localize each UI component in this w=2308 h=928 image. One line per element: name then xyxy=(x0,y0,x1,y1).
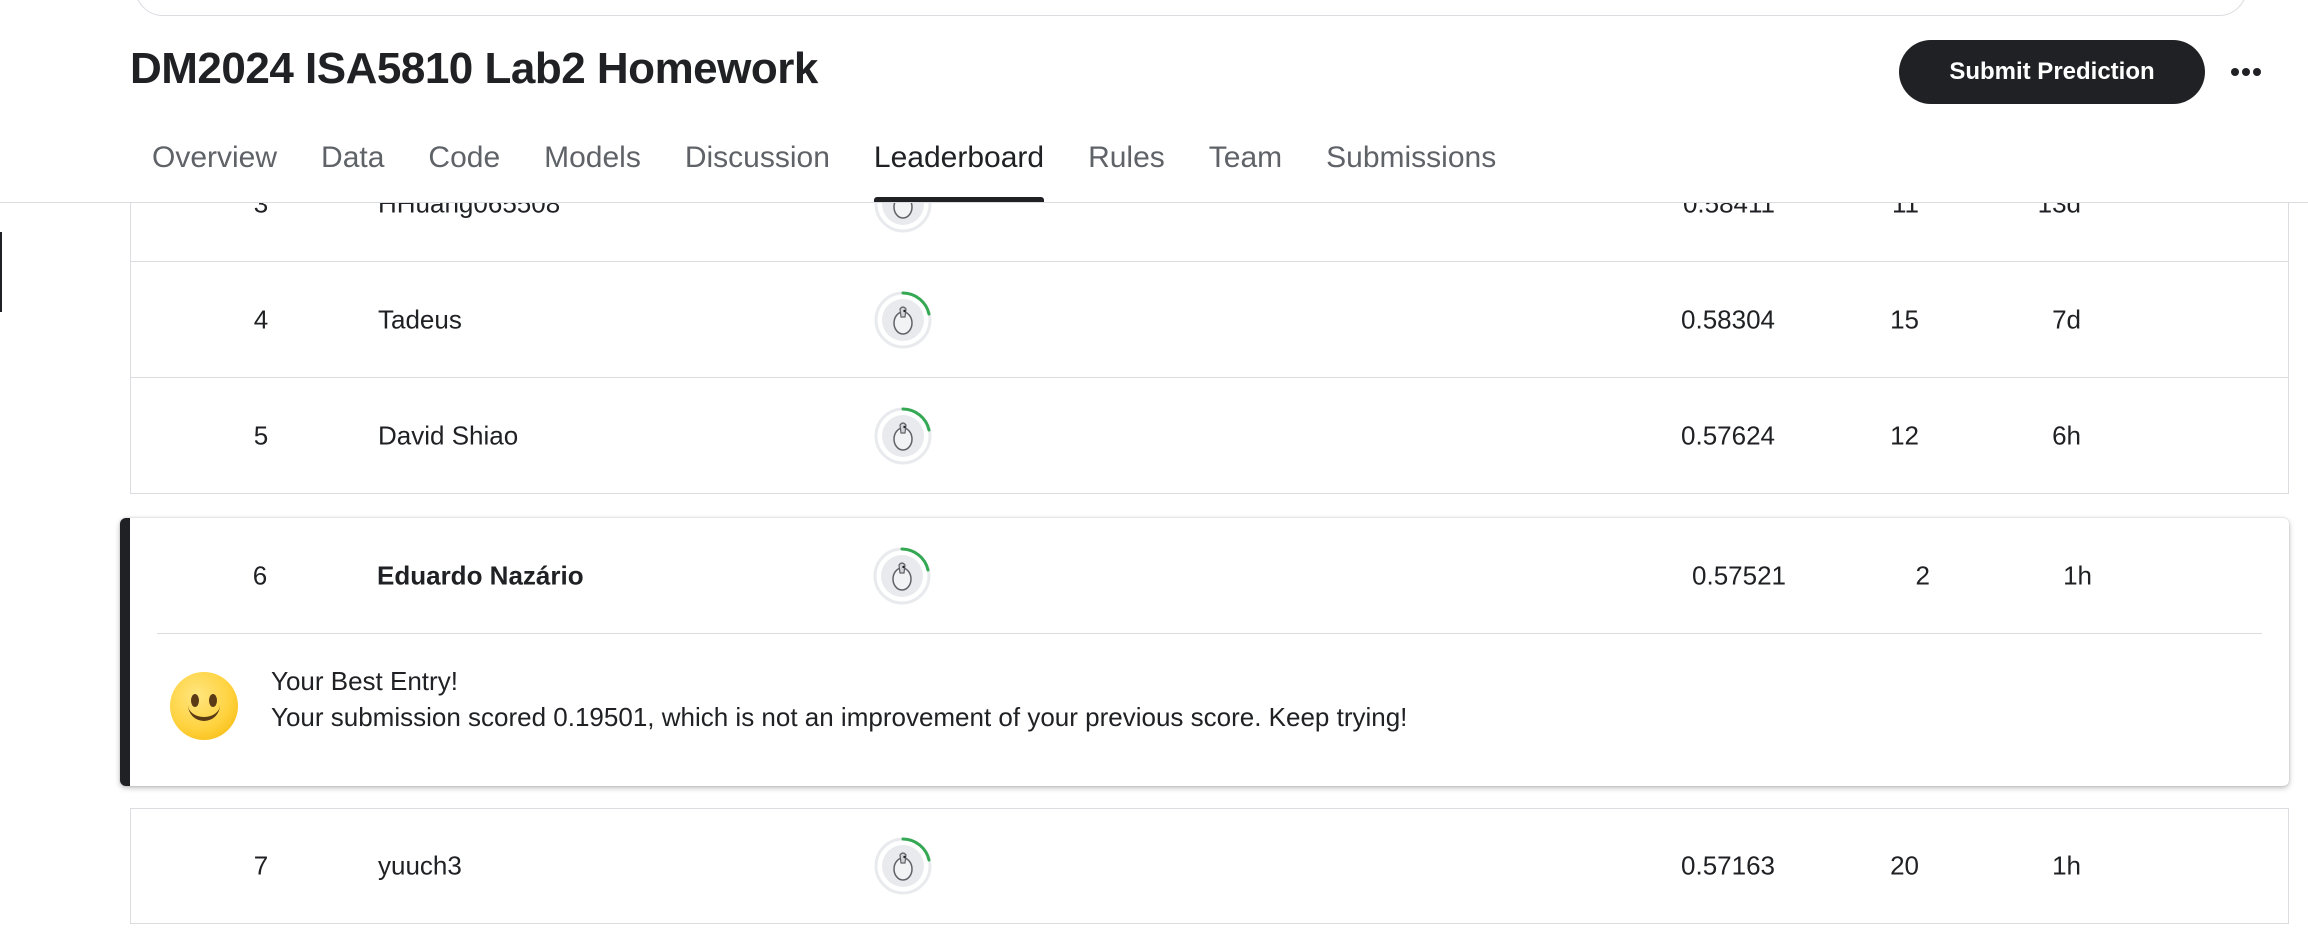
score-cell: 0.57521 xyxy=(1692,560,1786,591)
tab-data[interactable]: Data xyxy=(299,140,406,202)
goose-icon xyxy=(892,562,912,591)
leaderboard-row-5[interactable]: 5 David Shiao 0.57624 12 6h xyxy=(130,378,2289,494)
last-submission-cell: 6h xyxy=(2052,420,2081,450)
message-title: Your Best Entry! xyxy=(271,666,458,696)
leaderboard-row-4[interactable]: 4 Tadeus 0.58304 15 7d xyxy=(130,262,2289,378)
rank-cell: 5 xyxy=(253,420,269,450)
competition-header: DM2024 ISA5810 Lab2 Homework Submit Pred… xyxy=(0,0,2308,203)
leaderboard-row-6[interactable]: 6 Eduardo Nazário 0.57521 2 1h xyxy=(130,518,2289,634)
avatar[interactable] xyxy=(873,406,933,466)
your-entry-card[interactable]: 6 Eduardo Nazário 0.57521 2 1h Your Best… xyxy=(120,518,2289,786)
score-cell: 0.57624 xyxy=(1681,420,1775,450)
entries-cell: 2 xyxy=(1915,560,1930,591)
tab-code[interactable]: Code xyxy=(406,140,522,202)
tab-team[interactable]: Team xyxy=(1187,140,1304,202)
user-avatar-icon xyxy=(873,836,933,896)
team-name-cell[interactable]: Tadeus xyxy=(378,304,462,335)
tab-discussion[interactable]: Discussion xyxy=(663,140,852,202)
goose-icon xyxy=(893,421,913,451)
tab-models[interactable]: Models xyxy=(522,140,663,202)
entries-cell: 15 xyxy=(1890,304,1919,334)
entries-cell: 20 xyxy=(1890,850,1919,881)
avatar-face-icon xyxy=(882,414,924,457)
goose-icon xyxy=(893,305,913,335)
tab-submissions[interactable]: Submissions xyxy=(1304,140,1518,202)
avatar-face-icon xyxy=(882,845,924,887)
last-submission-cell: 1h xyxy=(2063,560,2092,591)
team-name-cell[interactable]: David Shiao xyxy=(378,420,518,451)
team-name-cell[interactable]: yuuch3 xyxy=(378,851,462,882)
search-bar[interactable] xyxy=(135,0,2247,16)
avatar-face-icon xyxy=(881,555,923,597)
smiley-face-icon xyxy=(170,672,238,740)
page: 3 HHuang065508 0.58411 11 13d 4 Tadeus 0… xyxy=(0,0,2308,928)
more-options-button[interactable] xyxy=(2226,52,2266,92)
tab-leaderboard[interactable]: Leaderboard xyxy=(852,140,1066,202)
score-cell: 0.57163 xyxy=(1681,850,1775,881)
last-submission-cell: 1h xyxy=(2052,850,2081,881)
submission-message: Your Best Entry! Your submission scored … xyxy=(130,634,2289,786)
user-avatar-icon xyxy=(872,546,932,606)
left-edge-mark xyxy=(0,232,2,312)
tab-overview[interactable]: Overview xyxy=(130,140,299,202)
last-submission-cell: 7d xyxy=(2052,304,2081,334)
leaderboard-row-7[interactable]: 7 yuuch3 0.57163 20 1h xyxy=(130,808,2289,924)
rank-cell: 6 xyxy=(252,560,268,591)
score-cell: 0.58304 xyxy=(1681,304,1775,334)
message-body: Your submission scored 0.19501, which is… xyxy=(271,702,1408,732)
competition-tabs: Overview Data Code Models Discussion Lea… xyxy=(130,140,1518,202)
rank-cell: 4 xyxy=(253,304,269,334)
submit-prediction-button[interactable]: Submit Prediction xyxy=(1899,40,2205,104)
team-name-cell[interactable]: Eduardo Nazário xyxy=(377,561,584,592)
tab-rules[interactable]: Rules xyxy=(1066,140,1187,202)
user-avatar-icon xyxy=(873,406,933,466)
goose-icon xyxy=(893,852,913,881)
user-avatar-icon xyxy=(873,290,933,350)
entries-cell: 12 xyxy=(1890,420,1919,450)
rank-cell: 7 xyxy=(253,850,269,881)
page-title: DM2024 ISA5810 Lab2 Homework xyxy=(130,44,818,93)
avatar[interactable] xyxy=(872,546,932,606)
avatar[interactable] xyxy=(873,836,933,896)
more-horizontal-icon xyxy=(2231,68,2261,76)
avatar[interactable] xyxy=(873,290,933,350)
avatar-face-icon xyxy=(882,298,924,341)
